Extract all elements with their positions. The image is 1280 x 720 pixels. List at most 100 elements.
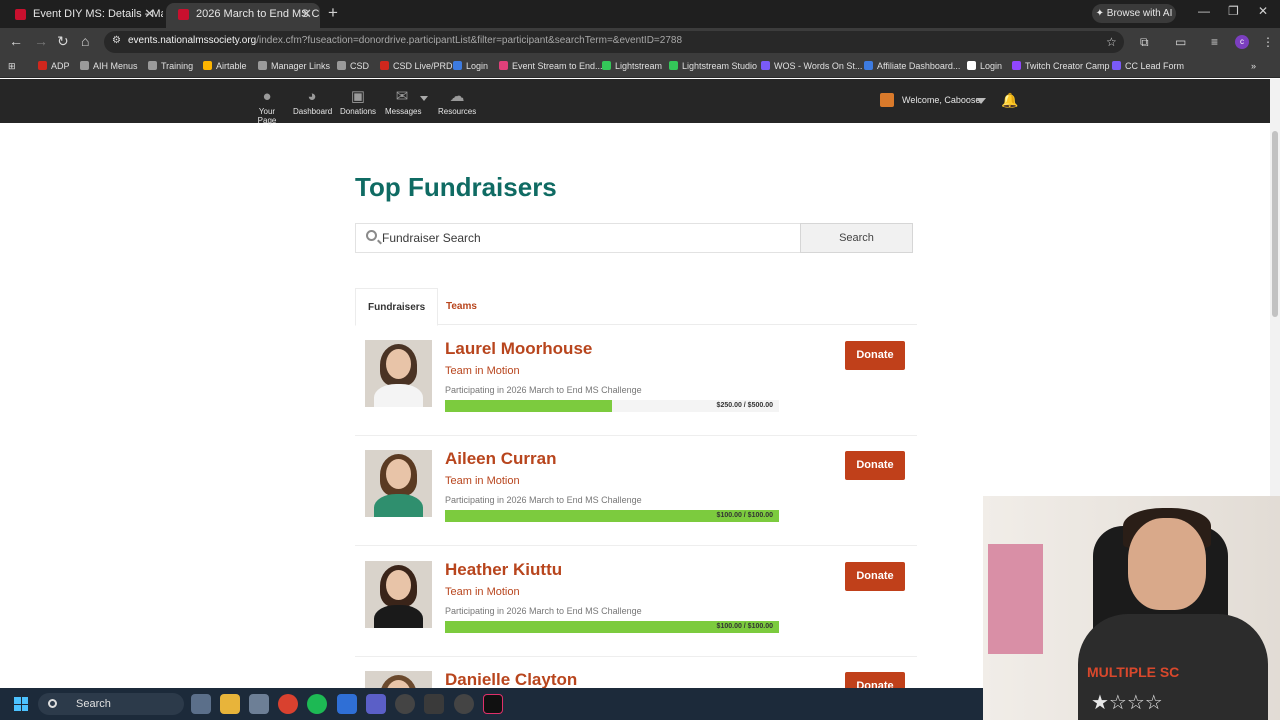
windows-start-icon[interactable] xyxy=(14,697,28,711)
taskbar-search[interactable]: Search xyxy=(38,693,184,715)
nav-your-page[interactable]: ● Your Page xyxy=(250,87,284,125)
close-tab-icon[interactable]: ✕ xyxy=(144,3,155,25)
fundraiser-row: Laurel Moorhouse Team in Motion Participat… xyxy=(355,326,917,436)
fundraiser-photo[interactable] xyxy=(365,561,432,628)
tab-fundraisers[interactable]: Fundraisers xyxy=(355,288,439,326)
user-avatar xyxy=(880,93,894,107)
donate-button[interactable]: Donate xyxy=(845,562,905,591)
bookmark-item[interactable]: Lightstream xyxy=(602,61,662,71)
user-menu-caret-icon[interactable] xyxy=(976,98,986,104)
bookmark-item[interactable]: Login xyxy=(453,61,488,71)
content-tabs: Fundraisers Teams xyxy=(355,288,917,326)
site-info-icon[interactable]: ⚙ xyxy=(112,35,121,46)
bookmark-item[interactable]: Event Stream to End... xyxy=(499,61,603,71)
media-player-icon[interactable] xyxy=(454,694,474,714)
spotify-icon[interactable] xyxy=(307,694,327,714)
back-icon[interactable]: ← xyxy=(9,33,23,49)
progress-bar: $250.00 / $500.00 xyxy=(445,400,779,412)
close-window-icon[interactable]: ✕ xyxy=(1258,4,1268,18)
bookmark-item[interactable]: Affiliate Dashboard... xyxy=(864,61,960,71)
bookmark-star-icon[interactable]: ☆ xyxy=(1106,35,1117,49)
bookmark-label: AIH Menus xyxy=(93,61,138,71)
photo-body xyxy=(374,384,423,407)
profile-avatar[interactable]: c xyxy=(1235,35,1249,49)
apps-grid-icon[interactable]: ⊞ xyxy=(8,61,16,72)
fundraiser-name-link[interactable]: Laurel Moorhouse xyxy=(445,339,592,359)
stream-deck-icon[interactable] xyxy=(424,694,444,714)
bookmark-item[interactable]: Airtable xyxy=(203,61,247,71)
bookmark-item[interactable]: CSD Live/PRD xyxy=(380,61,453,71)
bookmark-favicon-icon xyxy=(380,61,389,70)
bookmark-item[interactable]: WOS - Words On St... xyxy=(761,61,862,71)
bookmark-label: Login xyxy=(466,61,489,71)
tab-search-icon[interactable]: ≡ xyxy=(1211,35,1218,49)
nav-label: Messages xyxy=(385,107,422,116)
close-tab-icon[interactable]: ✕ xyxy=(301,3,312,25)
search-button[interactable]: Search xyxy=(800,223,913,253)
taskbar-search-label: Search xyxy=(76,698,111,710)
minimize-icon[interactable]: — xyxy=(1198,4,1210,18)
fundraiser-team-link[interactable]: Team in Motion xyxy=(445,586,520,598)
fundraiser-photo[interactable] xyxy=(365,340,432,407)
fundraiser-search-input[interactable] xyxy=(382,229,782,247)
address-bar[interactable]: ⚙ events.nationalmssociety.org/index.cfm… xyxy=(104,31,1124,53)
bookmark-item[interactable]: Login xyxy=(967,61,1002,71)
calculator-icon[interactable] xyxy=(249,694,269,714)
teams-icon[interactable] xyxy=(366,694,386,714)
donate-button[interactable]: Donate xyxy=(845,451,905,480)
browser-tab-2[interactable]: 2026 March to End MS Challe ✕ xyxy=(166,3,320,28)
tiktok-icon[interactable] xyxy=(483,694,503,714)
home-icon[interactable]: ⌂ xyxy=(81,33,89,49)
browser-menu-icon[interactable]: ⋮ xyxy=(1262,35,1274,49)
reload-icon[interactable]: ↻ xyxy=(57,33,69,50)
url-path: /index.cfm?fuseaction=donordrive.partici… xyxy=(256,35,683,46)
nav-messages[interactable]: ✉ Messages xyxy=(385,87,422,116)
progress-amount: $100.00 / $100.00 xyxy=(716,512,773,519)
forward-icon[interactable]: → xyxy=(34,33,48,49)
notification-bell-icon[interactable]: 🔔 xyxy=(1001,92,1018,109)
cast-icon[interactable]: ▭ xyxy=(1175,35,1186,49)
fundraiser-name-link[interactable]: Heather Kiuttu xyxy=(445,560,562,580)
fundraiser-name-link[interactable]: Danielle Clayton xyxy=(445,670,577,688)
nav-resources[interactable]: ☁ Resources xyxy=(438,87,476,116)
browse-with-ai-button[interactable]: ✦ Browse with AI xyxy=(1092,4,1176,23)
fundraiser-event-text: Participating in 2026 March to End MS Ch… xyxy=(445,495,642,505)
bookmark-item[interactable]: CSD xyxy=(337,61,369,71)
tab-teams[interactable]: Teams xyxy=(434,288,489,325)
obs-icon[interactable] xyxy=(395,694,415,714)
browser-tab-1[interactable]: Event DIY MS: Details - March t ✕ xyxy=(3,3,163,28)
bookmark-item[interactable]: AIH Menus xyxy=(80,61,138,71)
restore-icon[interactable]: ❐ xyxy=(1228,4,1239,18)
more-bookmarks-icon[interactable]: » xyxy=(1251,61,1256,71)
fundraiser-row: Aileen Curran Team in Motion Participating… xyxy=(355,436,917,546)
nav-dashboard[interactable]: ◕ Dashboard xyxy=(293,87,332,116)
fundraiser-photo[interactable] xyxy=(365,671,432,688)
file-explorer-icon[interactable] xyxy=(220,694,240,714)
extensions-icon[interactable]: ⧉ xyxy=(1140,35,1149,50)
bookmark-item[interactable]: Twitch Creator Camp xyxy=(1012,61,1110,71)
bookmark-item[interactable]: ADP xyxy=(38,61,70,71)
donate-button[interactable]: Donate xyxy=(845,672,905,688)
bookmark-favicon-icon xyxy=(1112,61,1121,70)
webcam-dollhouse xyxy=(988,544,1043,654)
fundraiser-search-box[interactable] xyxy=(355,223,801,253)
fundraiser-photo[interactable] xyxy=(365,450,432,517)
new-tab-icon[interactable]: + xyxy=(328,3,338,23)
messages-dropdown-icon[interactable] xyxy=(420,96,428,101)
bookmark-item[interactable]: Manager Links xyxy=(258,61,330,71)
bookmark-favicon-icon xyxy=(148,61,157,70)
scrollbar-thumb[interactable] xyxy=(1272,131,1278,317)
chrome-icon[interactable] xyxy=(278,694,298,714)
donate-button[interactable]: Donate xyxy=(845,341,905,370)
user-menu[interactable]: Welcome, Caboose. xyxy=(880,93,983,107)
task-view-icon[interactable] xyxy=(191,694,211,714)
bookmark-item[interactable]: CC Lead Form xyxy=(1112,61,1184,71)
fundraiser-team-link[interactable]: Team in Motion xyxy=(445,475,520,487)
nav-donations[interactable]: ▣ Donations xyxy=(340,87,376,116)
fundraiser-name-link[interactable]: Aileen Curran xyxy=(445,449,556,469)
bookmark-item[interactable]: Training xyxy=(148,61,193,71)
fundraiser-team-link[interactable]: Team in Motion xyxy=(445,365,520,377)
bookmark-item[interactable]: Lightstream Studio xyxy=(669,61,757,71)
outlook-icon[interactable] xyxy=(337,694,357,714)
bookmark-label: Airtable xyxy=(216,61,247,71)
